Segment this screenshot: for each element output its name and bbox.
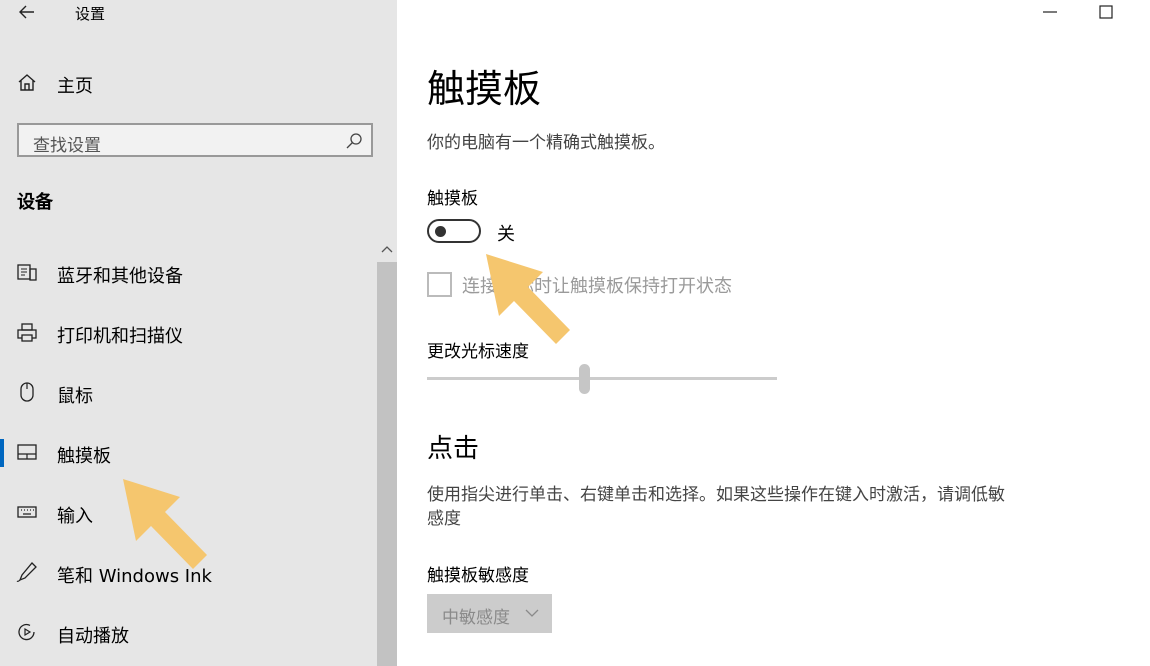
- keep-touchpad-on-checkbox[interactable]: [427, 272, 452, 297]
- touchpad-icon: [17, 444, 37, 460]
- search-placeholder: 查找设置: [33, 136, 101, 156]
- sidebar-item-label: 输入: [57, 506, 93, 527]
- back-arrow-icon[interactable]: [14, 0, 40, 24]
- page-description: 你的电脑有一个精确式触摸板。: [427, 133, 665, 153]
- cursor-speed-slider[interactable]: [427, 377, 777, 380]
- search-input[interactable]: 查找设置: [17, 123, 373, 157]
- sidebar-item-typing[interactable]: 输入: [0, 491, 377, 535]
- toggle-knob: [435, 226, 446, 237]
- scroll-up-icon[interactable]: [380, 243, 394, 257]
- chevron-down-icon: [525, 609, 539, 617]
- sidebar-item-autoplay[interactable]: 自动播放: [0, 611, 377, 655]
- bluetooth-devices-icon: [17, 264, 37, 281]
- checkbox-label: 连接鼠标时让触摸板保持打开状态: [462, 276, 732, 297]
- touchpad-toggle-label: 触摸板: [427, 189, 478, 209]
- cursor-speed-label: 更改光标速度: [427, 342, 529, 362]
- sensitivity-label: 触摸板敏感度: [427, 566, 529, 586]
- mouse-icon: [20, 382, 34, 402]
- pen-icon: [16, 562, 37, 582]
- touchpad-toggle[interactable]: [427, 219, 481, 243]
- page-title: 触摸板: [427, 67, 542, 111]
- sidebar-item-label: 打印机和扫描仪: [57, 326, 183, 347]
- sidebar-item-bluetooth[interactable]: 蓝牙和其他设备: [0, 251, 377, 295]
- minimize-icon[interactable]: [1041, 4, 1059, 20]
- dropdown-value: 中敏感度: [442, 608, 510, 628]
- sidebar: 设置 主页 查找设置 设备 蓝牙和其他设备 打印机和扫描仪 鼠标 触摸板 输入 …: [0, 0, 397, 666]
- toggle-state-text: 关: [497, 224, 515, 245]
- sidebar-item-printers[interactable]: 打印机和扫描仪: [0, 311, 377, 355]
- sidebar-item-label: 蓝牙和其他设备: [57, 266, 183, 287]
- search-icon[interactable]: [345, 132, 363, 150]
- sidebar-scrollbar[interactable]: [377, 262, 397, 666]
- maximize-icon[interactable]: [1097, 4, 1115, 20]
- autoplay-icon: [18, 623, 35, 641]
- home-icon: [18, 74, 36, 91]
- section-title: 设备: [17, 192, 53, 213]
- keyboard-icon: [17, 506, 37, 518]
- sidebar-item-label: 鼠标: [57, 386, 93, 407]
- sidebar-item-label: 自动播放: [57, 626, 129, 647]
- app-title: 设置: [75, 5, 106, 23]
- taps-description: 使用指尖进行单击、右键单击和选择。如果这些操作在键入时激活，请调低敏感度: [427, 485, 1005, 529]
- sidebar-item-label: 主页: [57, 76, 93, 97]
- sensitivity-dropdown[interactable]: 中敏感度: [427, 594, 552, 633]
- sidebar-item-label: 笔和 Windows Ink: [57, 566, 212, 587]
- printer-icon: [17, 323, 37, 342]
- taps-heading: 点击: [427, 434, 480, 464]
- sidebar-item-pen[interactable]: 笔和 Windows Ink: [0, 551, 377, 595]
- sidebar-item-mouse[interactable]: 鼠标: [0, 371, 377, 415]
- sidebar-item-touchpad[interactable]: 触摸板: [0, 431, 377, 475]
- slider-thumb[interactable]: [579, 364, 590, 394]
- sidebar-item-label: 触摸板: [57, 446, 111, 467]
- sidebar-item-home[interactable]: 主页: [0, 61, 377, 105]
